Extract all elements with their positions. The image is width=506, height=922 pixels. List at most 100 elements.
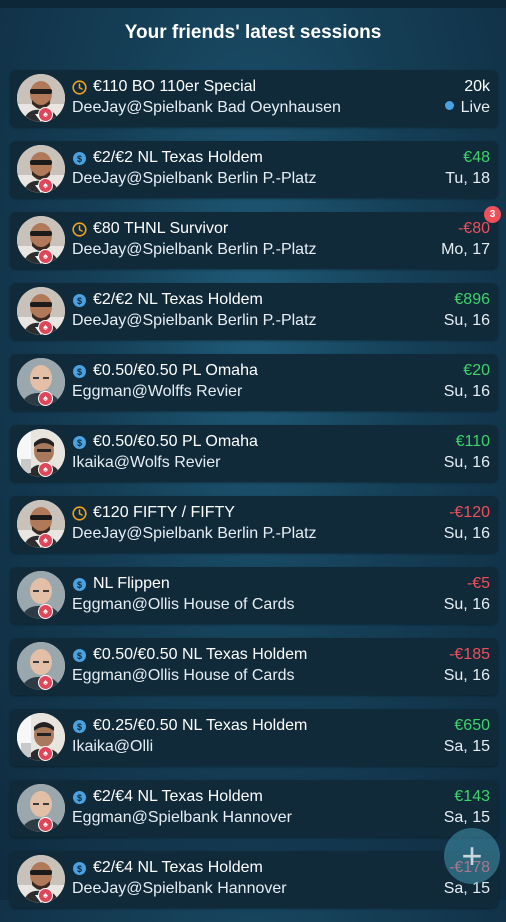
svg-text:$: $ (77, 580, 82, 590)
session-date-label: Su, 16 (443, 667, 490, 684)
session-date-label: Sa, 15 (443, 809, 490, 826)
session-result: €143 (454, 788, 490, 805)
session-date: Sa, 15 (444, 738, 490, 756)
session-game: €0.50/€0.50 PL Omaha (93, 362, 258, 379)
session-date-label: Su, 16 (443, 454, 490, 471)
dollar-coin-icon: $ (72, 861, 87, 876)
session-card[interactable]: ♠ $ €2/€2 NL Texas Holdem DeeJay@Spielbank … (10, 141, 498, 198)
poker-card-icon: ♠ (38, 249, 53, 264)
svg-text:$: $ (77, 722, 82, 732)
session-game: NL Flippen (93, 575, 170, 592)
session-result: €896 (454, 291, 490, 308)
comment-count-badge: 3 (484, 206, 501, 223)
dollar-coin-icon: $ (72, 293, 87, 308)
svg-text:$: $ (77, 651, 82, 661)
svg-text:$: $ (77, 793, 82, 803)
session-player-location: Ikaika@Olli (72, 738, 154, 755)
session-result: -€5 (466, 575, 490, 592)
clock-icon (72, 506, 87, 521)
session-date: Su, 16 (444, 525, 490, 543)
status-bar (0, 0, 506, 8)
session-date: Mo, 17 (441, 241, 490, 259)
dollar-coin-icon: $ (72, 648, 87, 663)
poker-card-icon: ♠ (38, 604, 53, 619)
session-game: €110 BO 110er Special (93, 78, 257, 95)
session-card[interactable]: ♠ €120 FIFTY / FIFTY DeeJay@Spielbank Berl… (10, 496, 498, 553)
session-card[interactable]: ♠ $ €2/€4 NL Texas Holdem Eggman@Spielbank … (10, 780, 498, 837)
session-game: €2/€4 NL Texas Holdem (93, 788, 263, 805)
session-player-location: DeeJay@Spielbank Berlin P.-Platz (72, 241, 317, 258)
session-result: -€80 (457, 220, 490, 237)
session-player-location: DeeJay@Spielbank Berlin P.-Platz (72, 170, 317, 187)
plus-icon: + (461, 835, 483, 876)
session-result: -€120 (449, 504, 490, 521)
session-player-location: Ikaika@Wolfs Revier (72, 454, 221, 471)
session-date: Tu, 18 (445, 170, 490, 188)
session-result: €110 (455, 433, 490, 450)
session-player-location: Eggman@Spielbank Hannover (72, 809, 292, 826)
svg-text:$: $ (77, 296, 82, 306)
session-date: Su, 16 (444, 312, 490, 330)
page-title: Your friends' latest sessions (124, 22, 382, 43)
dollar-coin-icon: $ (72, 719, 87, 734)
poker-card-icon: ♠ (38, 533, 53, 548)
session-card[interactable]: ♠ €110 BO 110er Special DeeJay@Spielbank B… (10, 70, 498, 127)
session-player-location: Eggman@Wolffs Revier (72, 383, 243, 400)
dollar-coin-icon: $ (72, 151, 87, 166)
session-date: Su, 16 (444, 667, 490, 685)
poker-card-icon: ♠ (38, 107, 53, 122)
session-result: -€185 (449, 646, 490, 663)
session-date-label: Su, 16 (443, 383, 490, 400)
clock-icon (72, 222, 87, 237)
poker-card-icon: ♠ (38, 320, 53, 335)
session-result: 20k (464, 78, 490, 95)
session-date-label: Tu, 18 (445, 170, 490, 187)
session-card[interactable]: ♠ $ NL Flippen Eggman@Ollis House of Cards -… (10, 567, 498, 624)
svg-text:$: $ (77, 438, 82, 448)
session-game: €2/€4 NL Texas Holdem (93, 859, 263, 876)
svg-text:$: $ (77, 367, 82, 377)
session-player-location: DeeJay@Spielbank Hannover (72, 880, 287, 897)
session-date-label: Live (460, 99, 490, 116)
session-player-location: Eggman@Ollis House of Cards (72, 596, 295, 613)
poker-card-icon: ♠ (38, 675, 53, 690)
session-result: €48 (463, 149, 490, 166)
session-game: €2/€2 NL Texas Holdem (93, 149, 263, 166)
session-date-label: Su, 16 (443, 596, 490, 613)
session-game: €80 THNL Survivor (93, 220, 229, 237)
session-card[interactable]: ♠ $ €0.25/€0.50 NL Texas Holdem Ikaika@Olli… (10, 709, 498, 766)
session-player-location: DeeJay@Spielbank Berlin P.-Platz (72, 312, 317, 329)
session-date: Su, 16 (444, 454, 490, 472)
dollar-coin-icon: $ (72, 435, 87, 450)
dollar-coin-icon: $ (72, 577, 87, 592)
session-date: Live (444, 99, 490, 117)
session-date: Sa, 15 (444, 809, 490, 827)
clock-icon (72, 80, 87, 95)
session-list[interactable]: ♠ €110 BO 110er Special DeeJay@Spielbank B… (10, 70, 501, 922)
session-card[interactable]: ♠ $ €0.50/€0.50 PL Omaha Eggman@Wolffs Revi… (10, 354, 498, 411)
poker-card-icon: ♠ (38, 391, 53, 406)
session-game: €120 FIFTY / FIFTY (93, 504, 235, 521)
session-date: Su, 16 (444, 596, 490, 614)
add-session-button[interactable]: + (444, 828, 500, 884)
session-game: €0.25/€0.50 NL Texas Holdem (93, 717, 308, 734)
session-card[interactable]: ♠ $ €0.50/€0.50 PL Omaha Ikaika@Wolfs Revie… (10, 425, 498, 482)
session-card[interactable]: ♠ $ €2/€2 NL Texas Holdem DeeJay@Spielbank … (10, 283, 498, 340)
svg-text:$: $ (77, 154, 82, 164)
session-result: €650 (454, 717, 490, 734)
poker-card-icon: ♠ (38, 888, 53, 903)
poker-card-icon: ♠ (38, 462, 53, 477)
session-date-label: Mo, 17 (441, 241, 490, 258)
session-card[interactable]: ♠ $ €2/€4 NL Texas Holdem DeeJay@Spielbank … (10, 851, 498, 908)
session-game: €0.50/€0.50 PL Omaha (93, 433, 258, 450)
svg-text:$: $ (77, 864, 82, 874)
session-date-label: Su, 16 (443, 312, 490, 329)
poker-card-icon: ♠ (38, 746, 53, 761)
session-card[interactable]: ♠ $ €0.50/€0.50 NL Texas Holdem Eggman@Olli… (10, 638, 498, 695)
session-card[interactable]: ♠ €80 THNL Survivor DeeJay@Spielbank Berli… (10, 206, 501, 269)
session-player-location: Eggman@Ollis House of Cards (72, 667, 295, 684)
session-date-label: Su, 16 (443, 525, 490, 542)
session-player-location: DeeJay@Spielbank Berlin P.-Platz (72, 525, 317, 542)
session-date-label: Sa, 15 (443, 738, 490, 755)
dollar-coin-icon: $ (72, 790, 87, 805)
